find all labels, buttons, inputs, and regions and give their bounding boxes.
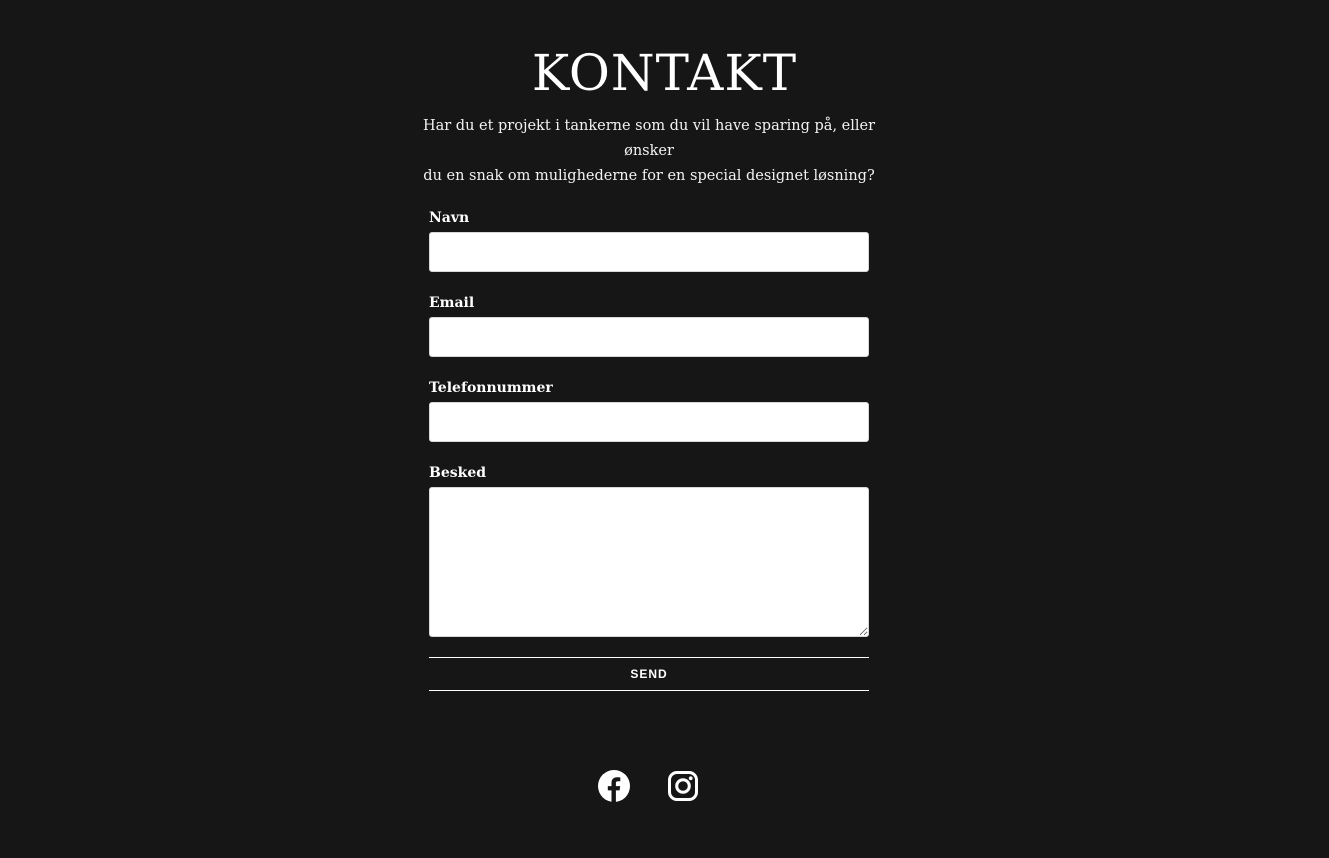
email-label: Email	[429, 295, 475, 311]
page-title: KONTAKT	[531, 44, 798, 102]
phone-label: Telefonnummer	[429, 380, 553, 396]
social-links	[0, 770, 1329, 802]
instagram-icon	[668, 771, 698, 801]
contact-form: Navn Email Telefonnummer Besked SEND	[429, 208, 869, 691]
facebook-link[interactable]	[598, 770, 630, 802]
message-field[interactable]	[429, 487, 869, 637]
message-label: Besked	[429, 465, 487, 481]
intro-text: Har du et projekt i tankerne som du vil …	[410, 114, 888, 189]
contact-page: KONTAKT Har du et projekt i tankerne som…	[0, 0, 1329, 858]
name-label: Navn	[429, 210, 470, 226]
send-button[interactable]: SEND	[429, 657, 869, 691]
intro-line-1: Har du et projekt i tankerne som du vil …	[422, 118, 876, 159]
intro-line-2: du en snak om mulighederne for en specia…	[423, 168, 875, 184]
phone-field[interactable]	[429, 402, 869, 442]
facebook-icon	[598, 770, 630, 802]
name-field[interactable]	[429, 232, 869, 272]
instagram-link[interactable]	[667, 770, 699, 802]
email-field[interactable]	[429, 317, 869, 357]
